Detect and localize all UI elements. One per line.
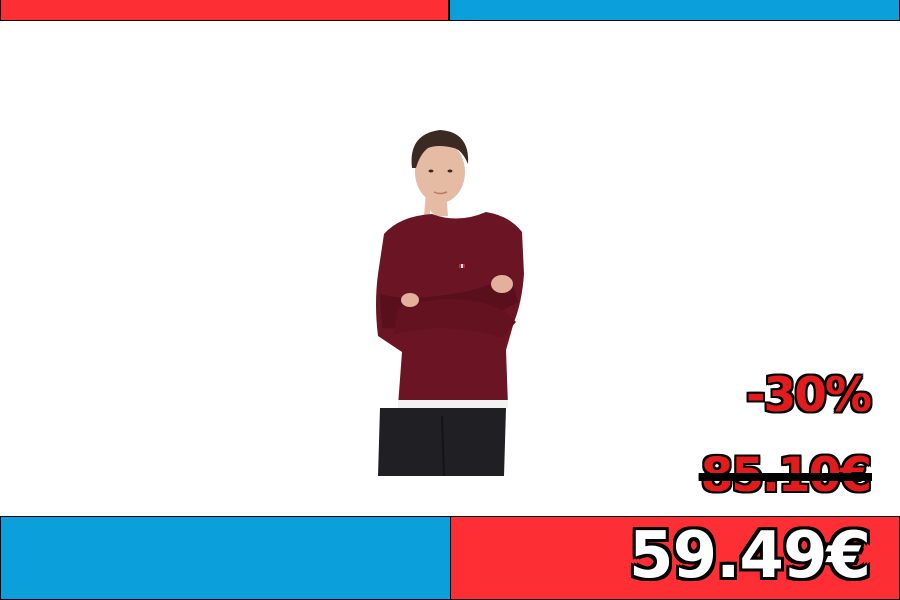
left-hand-shape xyxy=(401,293,419,307)
discount-badge: -30% xyxy=(745,368,872,423)
product-image xyxy=(376,130,524,476)
top-left-color-bar xyxy=(0,0,449,21)
top-right-color-bar xyxy=(449,0,900,21)
sale-price: 59.49€ xyxy=(629,519,871,593)
bottom-left-color-bar xyxy=(0,516,451,600)
right-hand-shape xyxy=(491,275,513,293)
original-price: 85.10€ xyxy=(700,448,872,503)
shirt-hem-shape xyxy=(398,400,508,408)
